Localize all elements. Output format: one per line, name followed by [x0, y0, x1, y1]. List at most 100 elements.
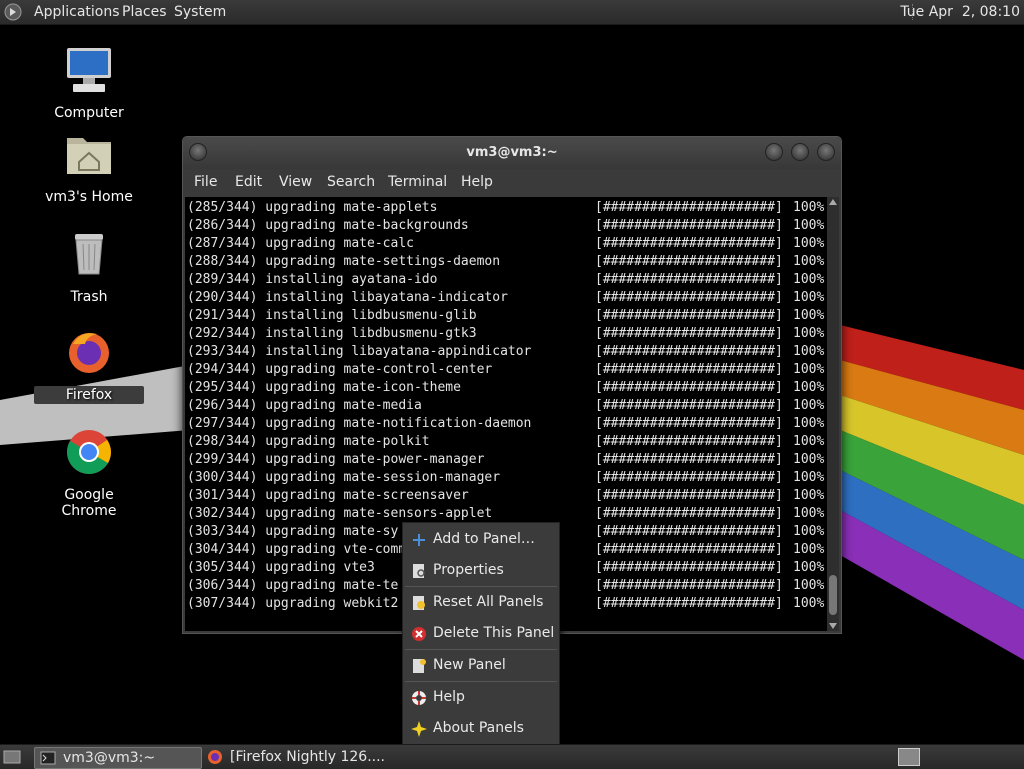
progress-percent: 100%: [793, 254, 825, 269]
menu-applications[interactable]: Applications: [34, 4, 120, 20]
minimize-button[interactable]: [765, 143, 783, 161]
workspace-switcher[interactable]: [898, 748, 920, 766]
progress-bar-text: [######################]: [595, 560, 783, 575]
firefox-icon: [69, 333, 109, 373]
desktop-icon-label: Trash: [70, 289, 108, 305]
firefox-icon: [208, 750, 222, 764]
maximize-button[interactable]: [791, 143, 809, 161]
progress-percent: 100%: [793, 344, 825, 359]
menu-view[interactable]: View: [279, 174, 312, 190]
terminal-line: (286/344) upgrading mate-backgrounds [###…: [187, 217, 824, 235]
help-icon: [412, 691, 426, 705]
desktop-icon-chrome[interactable]: Google Chrome: [34, 426, 144, 520]
menu-item-label: New Panel: [433, 657, 506, 673]
clock[interactable]: Tue Apr 2, 08:10: [900, 4, 1020, 20]
terminal-line: (306/344) upgrading mate-te [############…: [187, 577, 824, 595]
close-button[interactable]: [817, 143, 835, 161]
progress-bar-text: [######################]: [595, 218, 783, 233]
menu-item-delete-this-panel[interactable]: Delete This Panel: [403, 619, 559, 649]
show-desktop-icon[interactable]: [3, 748, 21, 766]
progress-bar-text: [######################]: [595, 434, 783, 449]
progress-bar-text: [######################]: [595, 326, 783, 341]
terminal-line-text: (296/344) upgrading mate-media: [187, 398, 422, 413]
taskbar-item-label: [Firefox Nightly 126....: [230, 749, 386, 765]
progress-bar-text: [######################]: [595, 596, 783, 611]
terminal-line-text: (298/344) upgrading mate-polkit: [187, 434, 430, 449]
menu-separator: [405, 586, 557, 587]
delete-icon: [412, 627, 426, 641]
progress-bar-text: [######################]: [595, 416, 783, 431]
desktop-icon-label: Firefox: [34, 386, 144, 404]
menu-item-new-panel[interactable]: New Panel: [403, 651, 559, 681]
desktop-icon-home[interactable]: vm3's Home: [34, 128, 144, 206]
menu-system[interactable]: System: [174, 4, 226, 20]
progress-bar-text: [######################]: [595, 506, 783, 521]
desktop-icon-trash[interactable]: Trash: [34, 228, 144, 306]
progress-percent: 100%: [793, 560, 825, 575]
taskbar-item-label: vm3@vm3:~: [63, 750, 156, 766]
progress-percent: 100%: [793, 326, 825, 341]
progress-bar-text: [######################]: [595, 308, 783, 323]
menu-item-about-panels[interactable]: About Panels: [403, 714, 559, 744]
progress-bar-text: [######################]: [595, 344, 783, 359]
terminal-line-text: (292/344) installing libdbusmenu-gtk3: [187, 326, 477, 341]
menu-file[interactable]: File: [194, 174, 217, 190]
progress-percent: 100%: [793, 290, 825, 305]
terminal-line: (296/344) upgrading mate-media [#########…: [187, 397, 824, 415]
progress-percent: 100%: [793, 542, 825, 557]
menu-edit[interactable]: Edit: [235, 174, 262, 190]
progress-bar-text: [######################]: [595, 272, 783, 287]
terminal-line: (294/344) upgrading mate-control-center […: [187, 361, 824, 379]
terminal-line: (302/344) upgrading mate-sensors-applet […: [187, 505, 824, 523]
menu-help[interactable]: Help: [461, 174, 493, 190]
terminal-scrollbar[interactable]: [827, 197, 839, 631]
scroll-up-icon[interactable]: [829, 199, 837, 205]
progress-percent: 100%: [793, 488, 825, 503]
window-title: vm3@vm3:~: [466, 145, 558, 160]
add-icon: [413, 534, 425, 546]
properties-icon: [413, 564, 425, 578]
window-titlebar[interactable]: vm3@vm3:~: [183, 137, 841, 169]
terminal-line-text: (305/344) upgrading vte3: [187, 560, 375, 575]
menu-item-label: Properties: [433, 562, 504, 578]
menu-item-label: Add to Panel…: [433, 531, 535, 547]
terminal-icon: [40, 751, 56, 765]
terminal-menubar: File Edit View Search Terminal Help: [183, 169, 841, 197]
mate-logo-icon[interactable]: [4, 3, 22, 21]
progress-percent: 100%: [793, 434, 825, 449]
taskbar-item-firefox[interactable]: [Firefox Nightly 126....: [204, 747, 385, 767]
computer-icon: [67, 48, 111, 92]
menu-item-help[interactable]: Help: [403, 683, 559, 713]
progress-bar-text: [######################]: [595, 380, 783, 395]
progress-bar-text: [######################]: [595, 470, 783, 485]
progress-percent: 100%: [793, 398, 825, 413]
progress-percent: 100%: [793, 470, 825, 485]
menu-item-add-to-panel[interactable]: Add to Panel…: [403, 525, 559, 555]
menu-item-properties[interactable]: Properties: [403, 556, 559, 586]
terminal-line-text: (285/344) upgrading mate-applets: [187, 200, 438, 215]
menu-terminal[interactable]: Terminal: [388, 174, 447, 190]
menu-search[interactable]: Search: [327, 174, 375, 190]
terminal-line: (305/344) upgrading vte3 [###############…: [187, 559, 824, 577]
menu-item-label: About Panels: [433, 720, 524, 736]
terminal-line-text: (297/344) upgrading mate-notification-da…: [187, 416, 532, 431]
terminal-line-text: (289/344) installing ayatana-ido: [187, 272, 438, 287]
scroll-thumb[interactable]: [829, 575, 837, 615]
progress-bar-text: [######################]: [595, 398, 783, 413]
progress-percent: 100%: [793, 362, 825, 377]
terminal-line: (290/344) installing libayatana-indicato…: [187, 289, 824, 307]
menu-item-reset-all-panels[interactable]: Reset All Panels: [403, 588, 559, 618]
desktop-icon-firefox[interactable]: Firefox: [34, 326, 144, 404]
terminal-line-text: (300/344) upgrading mate-session-manager: [187, 470, 501, 485]
taskbar-item-terminal[interactable]: vm3@vm3:~: [34, 747, 202, 769]
terminal-line-text: (294/344) upgrading mate-control-center: [187, 362, 493, 377]
desktop-icon-computer[interactable]: Computer: [34, 44, 144, 122]
menu-places[interactable]: Places: [122, 4, 167, 20]
progress-percent: 100%: [793, 416, 825, 431]
bottom-panel: vm3@vm3:~ [Firefox Nightly 126....: [0, 744, 1024, 769]
reset-icon: [413, 596, 425, 610]
trash-icon: [75, 234, 103, 275]
scroll-down-icon[interactable]: [829, 623, 837, 629]
desktop-icon-label: vm3's Home: [45, 189, 133, 205]
progress-percent: 100%: [793, 236, 825, 251]
